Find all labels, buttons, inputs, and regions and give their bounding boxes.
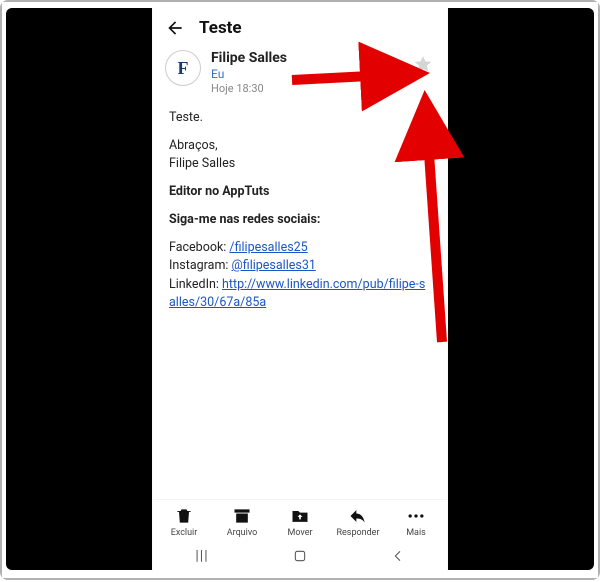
archive-label: Arquivo: [227, 528, 258, 538]
more-button[interactable]: Mais: [387, 506, 445, 538]
sender-name: Filipe Salles: [211, 50, 411, 67]
archive-icon: [232, 506, 252, 526]
trash-icon: [174, 506, 194, 526]
email-subject: Teste: [199, 18, 242, 38]
archive-button[interactable]: Arquivo: [213, 506, 271, 538]
folder-move-icon: [290, 506, 310, 526]
body-role: Editor no AppTuts: [169, 183, 431, 201]
nav-recents[interactable]: |||: [182, 549, 222, 563]
avatar[interactable]: F: [165, 50, 201, 86]
back-arrow-icon[interactable]: [165, 18, 185, 38]
more-icon: [406, 506, 426, 526]
facebook-line: Facebook: /filipesalles25: [169, 239, 431, 257]
sender-time: Hoje 18:30: [211, 82, 411, 96]
body-social-heading: Siga-me nas redes sociais:: [169, 211, 431, 229]
facebook-label: Facebook:: [169, 240, 229, 255]
sender-to: Eu: [211, 67, 411, 83]
star-button[interactable]: [411, 52, 435, 76]
instagram-line: Instagram: @filipesalles31: [169, 257, 431, 275]
facebook-link[interactable]: /filipesalles25: [229, 240, 307, 255]
sender-row: F Filipe Salles Eu Hoje 18:30: [153, 44, 447, 105]
move-button[interactable]: Mover: [271, 506, 329, 538]
phone-screen: Teste F Filipe Salles Eu Hoje 18:30 Test…: [152, 8, 448, 572]
star-icon: [413, 54, 433, 74]
body-signoff2: Filipe Salles: [169, 155, 431, 173]
sender-info[interactable]: Filipe Salles Eu Hoje 18:30: [211, 50, 411, 97]
email-body: Teste. Abraços, Filipe Salles Editor no …: [153, 105, 447, 499]
move-label: Mover: [287, 528, 312, 538]
instagram-label: Instagram:: [169, 258, 232, 273]
delete-label: Excluir: [171, 528, 198, 538]
body-greeting: Teste.: [169, 109, 431, 127]
linkedin-label: LinkedIn:: [169, 277, 222, 292]
header-bar: Teste: [153, 8, 447, 44]
reply-button[interactable]: Responder: [329, 506, 387, 538]
action-bar: Excluir Arquivo Mover Responder Mais: [153, 499, 447, 540]
delete-button[interactable]: Excluir: [155, 506, 213, 538]
linkedin-line: LinkedIn: http://www.linkedin.com/pub/fi…: [169, 276, 431, 312]
left-matte: [6, 8, 152, 570]
more-label: Mais: [406, 528, 426, 538]
nav-home[interactable]: [280, 548, 320, 564]
reply-icon: [348, 506, 368, 526]
right-matte: [448, 8, 594, 570]
system-nav-bar: |||: [153, 540, 447, 572]
instagram-link[interactable]: @filipesalles31: [232, 258, 316, 273]
avatar-letter: F: [178, 58, 189, 79]
frame: Teste F Filipe Salles Eu Hoje 18:30 Test…: [2, 2, 598, 578]
reply-label: Responder: [336, 528, 379, 538]
body-signoff1: Abraços,: [169, 137, 431, 155]
nav-back[interactable]: [378, 548, 418, 564]
